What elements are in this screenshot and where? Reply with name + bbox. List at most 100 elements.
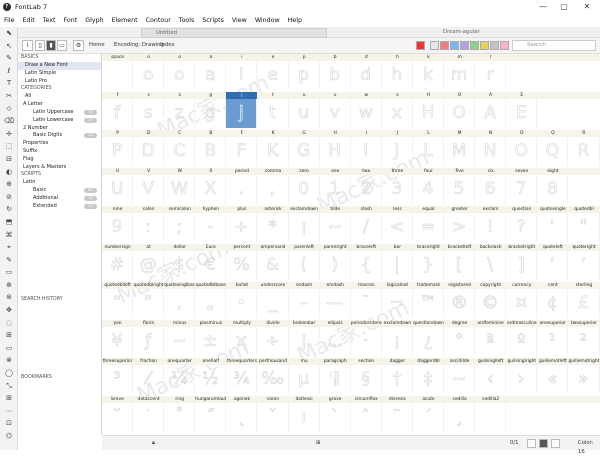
glyph-cell[interactable]: "	[568, 213, 600, 242]
glyph-cell[interactable]: %	[226, 251, 258, 280]
glyph-cell[interactable]: Q	[537, 137, 569, 166]
sidebar-item[interactable]: A Letter	[18, 101, 101, 109]
glyph-cell[interactable]: ¨	[382, 403, 413, 432]
glyph-cell[interactable]: O	[506, 137, 538, 166]
menu-view[interactable]: View	[232, 17, 247, 24]
glyph-cell[interactable]: ¿	[413, 327, 445, 356]
glyph-cell[interactable]	[475, 403, 507, 432]
glyph-cell[interactable]: #	[102, 251, 134, 280]
glyph-cell[interactable]: F	[226, 137, 258, 166]
glyph-cell[interactable]: E	[506, 99, 538, 128]
cell-size-large[interactable]	[551, 439, 560, 448]
glyph-cell[interactable]: L	[413, 137, 445, 166]
sidebar-item[interactable]: Additional 16	[18, 195, 101, 203]
glyph-cell[interactable]: ⁄	[133, 365, 165, 394]
glyph-cell[interactable]: ‡	[413, 365, 445, 394]
glyph-cell[interactable]: &	[257, 251, 289, 280]
glyph-cell[interactable]: /	[351, 213, 382, 242]
glyph-cell[interactable]: X	[195, 175, 227, 204]
encoding-dropdown[interactable]: Encoding: Drawing	[114, 41, 164, 50]
color-swatch[interactable]	[460, 41, 469, 50]
sidebar-item[interactable]: All	[18, 93, 101, 101]
sidebar-item[interactable]: Flag	[18, 156, 101, 164]
glyph-cell[interactable]: ÷	[257, 327, 289, 356]
glyph-cell[interactable]: B	[195, 137, 227, 166]
glyph-cell[interactable]: d	[351, 61, 382, 90]
index-label[interactable]: Index	[160, 41, 175, 50]
sidebar-item[interactable]: Properties	[18, 140, 101, 148]
glyph-cell[interactable]	[102, 61, 134, 90]
glyph-cell[interactable]: s	[133, 99, 165, 128]
glyph-cell[interactable]: –	[289, 289, 320, 318]
glyph-cell[interactable]: g	[195, 99, 227, 128]
glyph-cell[interactable]: 6	[475, 175, 507, 204]
glyph-cell[interactable]: ·	[351, 327, 382, 356]
glyph-cell[interactable]: ®	[444, 289, 476, 318]
glyph-cell[interactable]: ¥	[102, 327, 134, 356]
glyph-cell[interactable]: w	[351, 99, 382, 128]
tool-icon[interactable]: T	[0, 77, 18, 90]
tool-icon[interactable]: ⬒	[0, 216, 18, 229]
glyph-cell[interactable]: «	[537, 365, 569, 394]
glyph-cell[interactable]: »	[568, 365, 600, 394]
sidebar-item[interactable]: Latin Uppercase 26	[18, 109, 101, 117]
tool-icon[interactable]: ⊡	[0, 417, 18, 430]
tool-icon[interactable]: ↻	[0, 203, 18, 216]
color-swatch[interactable]	[490, 41, 499, 50]
glyph-cell[interactable]: t	[257, 99, 289, 128]
glyph-cell[interactable]: \	[475, 251, 507, 280]
glyph-cell[interactable]: v	[320, 99, 351, 128]
glyph-cell[interactable]: m	[444, 61, 476, 90]
glyph-cell[interactable]: „	[195, 289, 227, 318]
glyph-cell[interactable]: ]	[506, 251, 538, 280]
tool-icon[interactable]: ⊞	[0, 392, 18, 405]
glyph-cell[interactable]: ˚	[164, 403, 196, 432]
glyph-cell[interactable]: •	[226, 289, 258, 318]
glyph-cell[interactable]: ~	[320, 213, 351, 242]
cell-size-small[interactable]	[527, 439, 536, 448]
menu-window[interactable]: Window	[255, 17, 280, 24]
sidebar-item[interactable]: Suffix	[18, 148, 101, 156]
glyph-cell[interactable]: R	[568, 137, 600, 166]
tool-icon[interactable]: ▭	[0, 266, 18, 279]
minimize-button[interactable]: —	[532, 0, 554, 14]
settings-icon[interactable]: ⚙	[73, 40, 84, 51]
glyph-cell[interactable]: k	[413, 61, 445, 90]
glyph-cell[interactable]: ¯	[351, 289, 382, 318]
tool-icon[interactable]: ✎	[0, 254, 18, 267]
tool-icon[interactable]: ⟐	[0, 103, 18, 116]
close-button[interactable]: ✕	[576, 0, 598, 14]
glyph-cell[interactable]: V	[133, 175, 165, 204]
glyph-cell[interactable]: u	[289, 99, 320, 128]
home-label[interactable]: Home	[89, 41, 105, 50]
glyph-cell[interactable]: _	[257, 289, 289, 318]
glyph-cell[interactable]: º	[506, 327, 538, 356]
color-swatch[interactable]	[430, 41, 439, 50]
glyph-cell[interactable]: <	[382, 213, 413, 242]
glyph-cell[interactable]: ,	[257, 175, 289, 204]
glyph-cell[interactable]: e	[257, 61, 289, 90]
glyph-cell[interactable]: W	[164, 175, 196, 204]
tool-icon[interactable]: ⤡	[0, 380, 18, 393]
glyph-cell[interactable]: ¼	[164, 365, 196, 394]
menu-font[interactable]: Font	[64, 17, 78, 24]
glyph-cell[interactable]: ¦	[289, 327, 320, 356]
tool-icon[interactable]: ✎	[0, 52, 18, 65]
glyph-cell[interactable]: §	[351, 365, 382, 394]
glyph-cell[interactable]: M	[444, 137, 476, 166]
glyph-cell[interactable]: o	[133, 61, 165, 90]
maximize-button[interactable]: ▢	[553, 0, 575, 14]
glyph-cell[interactable]: ‰	[257, 365, 289, 394]
glyph-cell[interactable]: €	[195, 251, 227, 280]
tool-icon[interactable]: ✥	[0, 304, 18, 317]
glyph-cell[interactable]: -	[195, 213, 227, 242]
tool-icon[interactable]: ⋯	[0, 405, 18, 418]
glyph-cell[interactable]: ”	[133, 289, 165, 318]
glyph-cell[interactable]: ×	[226, 327, 258, 356]
glyph-cell[interactable]: ?	[506, 213, 538, 242]
glyph-cell[interactable]: H	[320, 137, 351, 166]
glyph-cell[interactable]: z	[164, 99, 196, 128]
glyph-cell[interactable]: $	[164, 251, 196, 280]
glyph-cell[interactable]: x	[382, 99, 413, 128]
glyph-cell[interactable]: }	[413, 251, 445, 280]
